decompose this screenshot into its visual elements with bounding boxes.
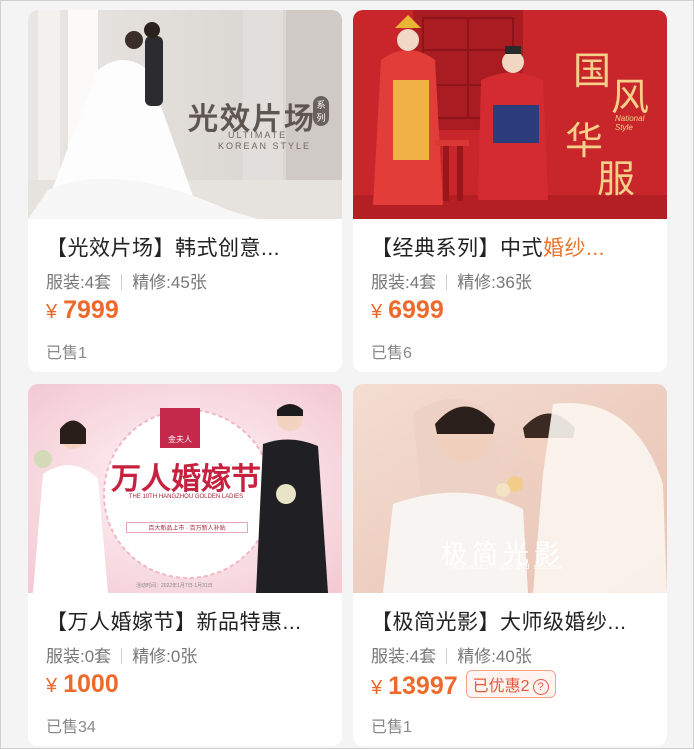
currency-symbol: ¥	[46, 301, 58, 323]
currency-symbol: ¥	[46, 675, 58, 697]
banner-note: 百大新品上市 · 百万新人补贴	[126, 522, 248, 533]
product-title[interactable]: 【极简光影】大师级婚纱...	[371, 606, 653, 636]
title-highlight: 婚纱...	[543, 237, 606, 260]
price-value: 13997	[388, 672, 458, 700]
divider	[446, 274, 448, 290]
sold-count: 已售6	[371, 345, 412, 362]
title-text: 【光效片场】韩式创意...	[46, 237, 281, 260]
divider	[121, 648, 123, 664]
banner-title-char: 国	[573, 49, 612, 93]
retouch-count: 精修:0张	[132, 647, 198, 666]
price-value: 1000	[63, 670, 119, 698]
product-price: ¥1000	[46, 670, 119, 699]
product-price: ¥6999	[371, 296, 444, 325]
product-specs: 服装:4套 精修:45张	[46, 268, 207, 293]
costume-count: 服装:0套	[46, 647, 112, 666]
product-title[interactable]: 【万人婚嫁节】新品特惠...	[46, 606, 328, 636]
costume-count: 服装:4套	[371, 273, 437, 292]
divider	[446, 648, 448, 664]
sold-count: 已售1	[46, 345, 87, 362]
divider	[121, 274, 123, 290]
info-icon[interactable]: ?	[532, 679, 549, 695]
banner-subtitle: National Style	[615, 114, 645, 132]
brand-logo: 金夫人	[168, 435, 192, 444]
product-specs: 服装:4套 精修:40张	[371, 642, 532, 667]
product-card[interactable]: 国 风 华 服 National Style 【经典系列】中式婚纱... 服装:…	[353, 10, 667, 372]
product-image[interactable]: 国 风 华 服 National Style	[353, 10, 667, 219]
product-grid: 光效片场 系列 ULTIMATE KOREAN STYLE 【光效片场】韩式创意…	[0, 0, 694, 749]
product-title[interactable]: 【经典系列】中式婚纱...	[371, 232, 653, 262]
product-card[interactable]: 极简光影 Minimalist light and shadow 【极简光影】大…	[353, 384, 667, 746]
banner-subtitle: ULTIMATE	[228, 130, 288, 140]
event-date: 活动时间：2022年1月7日-1月31日	[136, 583, 213, 589]
banner-title-char: 风	[611, 75, 650, 119]
price-value: 6999	[388, 296, 444, 324]
product-image[interactable]: 金夫人 万人婚嫁节 THE 10TH HANGZHOU GOLDEN LADIE…	[28, 384, 342, 593]
title-text: 【万人婚嫁节】新品特惠...	[46, 611, 302, 634]
currency-symbol: ¥	[371, 301, 383, 323]
banner-subtitle: KOREAN STYLE	[218, 141, 312, 151]
coupon-badge[interactable]: 已优惠2?	[465, 670, 556, 698]
sold-count: 已售34	[46, 719, 96, 736]
banner-subtitle: THE 10TH HANGZHOU GOLDEN LADIES	[128, 494, 244, 500]
price-value: 7999	[63, 296, 119, 324]
retouch-count: 精修:36张	[457, 273, 532, 292]
product-specs: 服装:0套 精修:0张	[46, 642, 197, 667]
product-title[interactable]: 【光效片场】韩式创意...	[46, 232, 328, 262]
banner-title-char: 服	[597, 157, 636, 201]
retouch-count: 精修:40张	[457, 647, 532, 666]
product-image[interactable]: 光效片场 系列 ULTIMATE KOREAN STYLE	[28, 10, 342, 219]
product-image[interactable]: 极简光影 Minimalist light and shadow	[353, 384, 667, 593]
costume-count: 服装:4套	[46, 273, 112, 292]
costume-count: 服装:4套	[371, 647, 437, 666]
product-specs: 服装:4套 精修:36张	[371, 268, 532, 293]
currency-symbol: ¥	[371, 677, 383, 699]
retouch-count: 精修:45张	[132, 273, 207, 292]
product-price: ¥13997 已优惠2?	[371, 670, 556, 701]
product-price: ¥7999	[46, 296, 119, 325]
sold-count: 已售1	[371, 719, 412, 736]
title-text: 【极简光影】大师级婚纱...	[371, 611, 627, 634]
banner-badge: 系列	[313, 96, 329, 126]
banner-title: 万人婚嫁节	[111, 462, 261, 497]
title-text: 【经典系列】中式	[371, 237, 543, 260]
banner-subtitle: Minimalist light and shadow	[451, 564, 564, 571]
product-card[interactable]: 金夫人 万人婚嫁节 THE 10TH HANGZHOU GOLDEN LADIE…	[28, 384, 342, 746]
coupon-text: 已优惠2	[472, 678, 530, 695]
product-card[interactable]: 光效片场 系列 ULTIMATE KOREAN STYLE 【光效片场】韩式创意…	[28, 10, 342, 372]
